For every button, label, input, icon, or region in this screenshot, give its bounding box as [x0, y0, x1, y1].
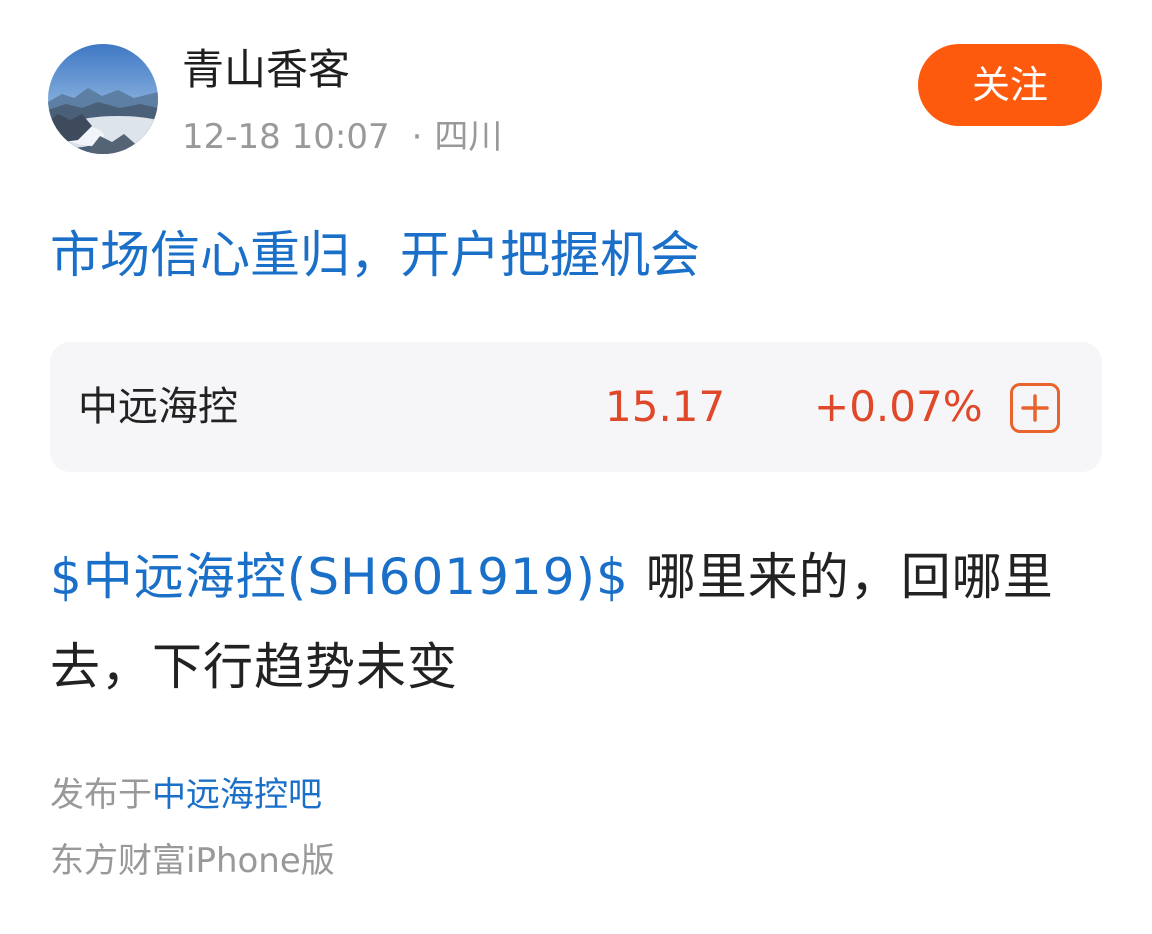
post-location: 四川 — [434, 117, 503, 157]
avatar-mountain-image — [48, 44, 158, 154]
stock-tag-link[interactable]: $中远海控(SH601919)$ — [50, 548, 629, 606]
stock-change: +0.07% — [814, 382, 983, 431]
forum-link[interactable]: 中远海控吧 — [152, 775, 322, 815]
plus-square-icon — [1021, 394, 1049, 422]
add-to-watchlist-button[interactable] — [1010, 383, 1060, 433]
follow-button[interactable]: 关注 — [918, 44, 1102, 126]
post-timestamp: 12-18 10:07 — [182, 117, 390, 157]
stock-quote-card[interactable]: 中远海控 15.17 +0.07% — [50, 342, 1102, 472]
post-source: 东方财富iPhone版 — [50, 841, 335, 881]
stock-name: 中远海控 — [78, 384, 238, 430]
author-name[interactable]: 青山香客 — [182, 42, 350, 98]
post-meta: 12-18 10:07 · 四川 — [182, 114, 502, 160]
published-in: 发布于中远海控吧 — [50, 772, 322, 818]
published-prefix: 发布于 — [50, 775, 152, 815]
post-body: $中远海控(SH601919)$ 哪里来的，回哪里去，下行趋势未变 — [50, 532, 1110, 712]
meta-separator: · — [411, 117, 423, 157]
post-title: 市场信心重归，开户把握机会 — [50, 226, 700, 284]
avatar[interactable] — [48, 44, 158, 154]
stock-price: 15.17 — [605, 382, 726, 431]
